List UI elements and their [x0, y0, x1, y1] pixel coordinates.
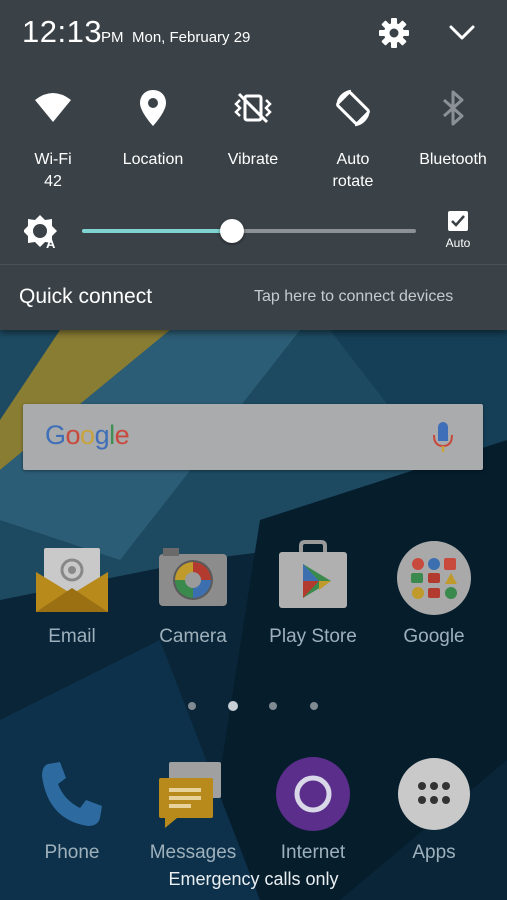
emergency-calls-text: Emergency calls only — [168, 869, 339, 889]
qs-label: Wi-Fi — [34, 151, 72, 168]
dock-messages[interactable]: Messages — [133, 756, 253, 866]
qs-tile-bluetooth[interactable]: Bluetooth — [403, 82, 503, 202]
messages-icon — [159, 762, 221, 828]
microphone-icon[interactable] — [431, 420, 455, 454]
brightness-slider-thumb[interactable] — [220, 219, 245, 243]
clock-time: 12:13 — [22, 14, 103, 49]
dock-internet[interactable]: Internet — [253, 756, 373, 866]
qs-sublabel: rotate — [332, 173, 374, 190]
checkmark-icon — [451, 215, 465, 227]
brightness-slider[interactable] — [82, 219, 416, 243]
google-logo-letter: o — [80, 420, 95, 450]
qs-tile-location[interactable]: Location — [103, 82, 203, 202]
bluetooth-icon — [443, 90, 464, 126]
qs-label: Bluetooth — [419, 151, 487, 168]
qs-label: Location — [122, 151, 184, 168]
google-logo-letter: g — [94, 420, 110, 450]
internet-icon — [276, 757, 350, 831]
notification-shade: 12:13 PM Mon, February 29 Wi-Fi 42 Locat… — [0, 0, 507, 330]
app-label: Google — [403, 626, 465, 647]
quick-connect-hint[interactable]: Tap here to connect devices — [254, 288, 453, 306]
page-indicator-dot — [310, 702, 318, 710]
page-indicator-dot-active — [228, 701, 238, 711]
email-icon — [36, 548, 108, 612]
wifi-icon — [35, 93, 71, 122]
rotate-icon — [336, 89, 370, 127]
dock-apps[interactable]: Apps — [374, 756, 494, 866]
page-indicator-dot — [269, 702, 277, 710]
vibrate-icon — [234, 92, 272, 124]
clock-date: Mon, February 29 — [132, 29, 251, 46]
google-folder-icon — [397, 541, 471, 615]
app-camera[interactable]: Camera — [133, 540, 253, 660]
auto-brightness-label: Auto — [445, 236, 471, 250]
auto-brightness-checkbox[interactable] — [448, 211, 468, 231]
phone-icon — [42, 762, 102, 826]
qs-label: Auto — [336, 151, 370, 168]
brightness-slider-fill — [82, 229, 233, 233]
google-search-bar[interactable]: Google — [23, 404, 483, 470]
page-indicator-dot — [188, 702, 196, 710]
shade-divider — [0, 264, 507, 265]
brightness-auto-icon: A — [24, 215, 57, 250]
chevron-down-icon — [449, 25, 475, 40]
qs-tile-vibrate[interactable]: Vibrate — [203, 82, 303, 202]
location-icon — [140, 90, 166, 126]
app-google-folder[interactable]: Google — [374, 540, 494, 660]
dock-phone[interactable]: Phone — [12, 756, 132, 866]
app-label: Play Store — [269, 626, 357, 647]
google-logo-letter: e — [114, 420, 130, 450]
qs-label: Vibrate — [227, 151, 279, 168]
app-label: Camera — [159, 626, 227, 647]
app-email[interactable]: Email — [12, 540, 132, 660]
settings-button[interactable] — [375, 14, 413, 52]
clock-ampm: PM — [101, 29, 124, 46]
qs-tile-auto-rotate[interactable]: Auto rotate — [303, 82, 403, 202]
app-label: Phone — [44, 842, 100, 863]
qs-sublabel: 42 — [44, 173, 62, 190]
google-logo-letter: o — [65, 420, 81, 450]
app-label: Email — [48, 626, 96, 647]
google-logo-letter: G — [45, 420, 66, 450]
app-play-store[interactable]: Play Store — [253, 540, 373, 660]
quick-connect-title[interactable]: Quick connect — [19, 285, 152, 309]
app-label: Apps — [412, 842, 456, 863]
apps-grid-icon — [398, 758, 470, 830]
qs-tile-wifi[interactable]: Wi-Fi 42 — [3, 82, 103, 202]
app-label: Internet — [280, 842, 346, 863]
camera-icon — [159, 548, 227, 606]
play-store-icon — [279, 540, 347, 608]
collapse-shade-button[interactable] — [443, 14, 481, 52]
gear-icon — [379, 18, 409, 48]
svg-text:A: A — [46, 236, 56, 250]
google-logo: Google — [45, 420, 130, 451]
app-label: Messages — [149, 842, 237, 863]
